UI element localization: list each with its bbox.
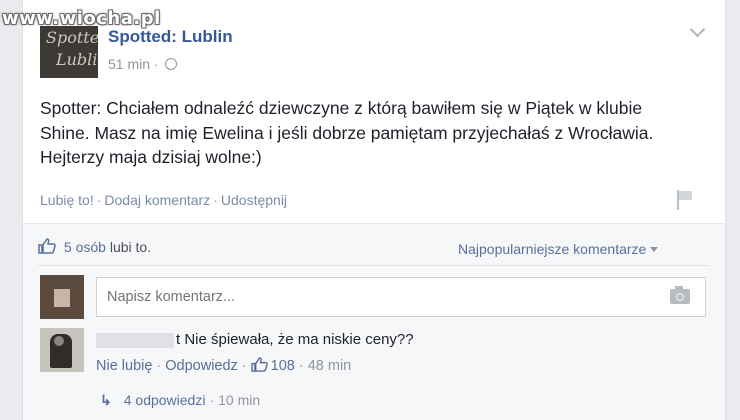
commenter-name-redacted[interactable] [96, 333, 174, 348]
comment-input[interactable] [96, 277, 706, 317]
likes-suffix: lubi to. [109, 239, 152, 255]
caret-down-icon [650, 247, 659, 252]
thumbs-up-icon [38, 238, 56, 254]
camera-icon[interactable] [670, 286, 690, 304]
post-meta: 51 min · [108, 56, 178, 72]
flag-icon[interactable] [675, 190, 693, 210]
comment-time[interactable]: 48 min [308, 358, 352, 374]
comment-text: t Nie śpiewała, że ma niskie ceny?? [176, 331, 414, 348]
thumbs-up-icon [250, 357, 268, 372]
replies-time: 10 min [218, 392, 261, 408]
replies-link[interactable]: 4 odpowiedzi [124, 392, 206, 408]
globe-icon [165, 58, 178, 70]
comment-like-count[interactable]: 108 [271, 358, 295, 374]
watermark: www.wiocha.pl [2, 8, 161, 29]
likes-summary: 5 osób lubi to. [38, 238, 151, 255]
unlike-link[interactable]: Nie lubię [96, 358, 152, 374]
reply-arrow-icon: ↳ [100, 392, 112, 408]
like-link[interactable]: Lubię to! [40, 192, 94, 208]
divider [38, 265, 710, 266]
sort-label: Najpopularniejsze komentarze [458, 241, 647, 257]
post-time[interactable]: 51 min [108, 56, 150, 72]
reply-link[interactable]: Odpowiedz [165, 358, 238, 374]
sort-dropdown[interactable]: Najpopularniejsze komentarze [458, 241, 659, 257]
likes-count-link[interactable]: 5 osób [64, 239, 106, 255]
post-actions: Lubię to! · Dodaj komentarz · Udostępnij [40, 192, 288, 208]
commenter-avatar[interactable] [40, 328, 84, 372]
comment-link[interactable]: Dodaj komentarz [104, 192, 210, 208]
post-text: Spotter: Chciałem odnaleźć dziewczyne z … [40, 98, 654, 167]
share-link[interactable]: Udostępnij [221, 192, 287, 208]
page-avatar[interactable]: Spotted Lublin [40, 26, 98, 78]
replies-row[interactable]: ↳ 4 odpowiedzi · 10 min [100, 392, 260, 409]
comment-actions: Nie lubię · Odpowiedz · 108 · 48 min [96, 357, 352, 374]
user-avatar[interactable] [40, 275, 84, 319]
page-name-link[interactable]: Spotted: Lublin [108, 27, 233, 47]
